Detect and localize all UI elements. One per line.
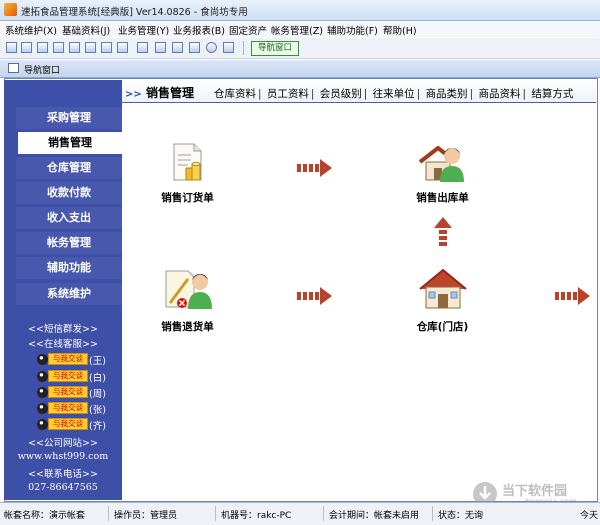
qq-icon [37,387,48,398]
sidebar-item-sales[interactable]: 销售管理 [18,132,122,154]
flow-arrow-up-icon [434,217,452,246]
menu-reports[interactable]: 业务报表(B) [173,23,225,37]
app-icon [4,3,17,16]
menu-bar: 系统维护(X) 基础资料(J) 业务管理(Y) 业务报表(B) 固定资产 帐务管… [0,21,600,37]
sidebar-item-payments[interactable]: 收款付款 [16,182,122,204]
qq-agent-name: (周) [89,389,106,400]
nav-window-button[interactable]: 导航窗口 [251,41,299,56]
sidebar-item-tools[interactable]: 辅助功能 [16,257,122,279]
warehouse-icon [419,268,467,309]
window-title: 速拓食品管理系统[经典版] Ver14.0826 - 食尚坊专用 [21,7,248,18]
toolbar-table-icon[interactable] [155,42,166,53]
toolbar: 导航窗口 [0,37,600,59]
nav-window-header: 导航窗口 [0,60,600,78]
toolbar-separator [243,41,244,55]
status-operator: 操作员：管理员 [114,511,178,521]
title-bar: 速拓食品管理系统[经典版] Ver14.0826 - 食尚坊专用 [0,0,600,21]
company-site-link[interactable]: <<公司网站>> [4,435,122,449]
menu-system[interactable]: 系统维护(X) [5,23,57,37]
toolbar-report-icon[interactable] [53,42,64,53]
toolbar-settings-icon[interactable] [137,42,148,53]
toolbar-save-icon[interactable] [172,42,183,53]
menu-help[interactable]: 帮助(H) [383,23,417,37]
status-account: 帐套名称：演示帐套 [4,511,86,521]
toolbar-help-icon[interactable] [206,42,217,53]
toolbar-list-icon[interactable] [21,42,32,53]
toolbar-exit-icon[interactable] [223,42,234,53]
qq-icon [37,371,48,382]
link-partners[interactable]: 往来单位 [373,88,415,100]
qq-icon [37,419,48,430]
qq-chat-label: 与我交谈 [48,370,88,382]
sales-return-node[interactable]: 销售退货单 [150,267,225,337]
qq-agent-name: (齐) [89,421,106,432]
status-state: 状态：无询 [438,511,484,521]
sidebar-item-purchase[interactable]: 采购管理 [16,107,122,129]
quick-links: 仓库资料 | 员工资料 | 会员级别 | 往来单位 | 商品类别 | 商品资料 | 结算方式 [214,88,574,100]
sidebar-item-income[interactable]: 收入支出 [16,207,122,229]
toolbar-window-icon[interactable] [37,42,48,53]
qq-chat-label: 与我交谈 [48,353,88,365]
toolbar-user-icon[interactable] [101,42,112,53]
link-product-data[interactable]: 商品资料 [478,88,520,100]
sidebar-item-accounts[interactable]: 帐务管理 [16,232,122,254]
flow-arrow-right-icon [297,159,332,177]
status-bar: 帐套名称：演示帐套 操作员：管理员 机器号：rakc-PC 会计期间：帐套未启用… [0,502,600,525]
sales-order-node[interactable]: 销售订货单 [150,140,225,210]
status-period: 会计期间：帐套未启用 [329,511,420,521]
qq-agent-name: (张) [89,405,106,416]
qq-agent-name: (白) [89,373,106,384]
link-member-level[interactable]: 会员级别 [320,88,362,100]
website-url[interactable]: www.whst999.com [4,451,122,462]
sales-outbound-icon [418,145,464,182]
status-machine: 机器号：rakc-PC [221,511,292,521]
qq-chat-label: 与我交谈 [48,386,88,398]
nav-window-title: 导航窗口 [24,66,61,76]
toolbar-new-icon[interactable] [6,42,17,53]
toolbar-edit-icon[interactable] [85,42,96,53]
online-service-link[interactable]: <<在线客服>> [4,336,122,350]
status-today: 今天 [580,511,599,521]
sales-order-icon [173,143,202,181]
toolbar-print-icon[interactable] [189,42,200,53]
link-product-category[interactable]: 商品类别 [426,88,468,100]
breadcrumb-arrow: >> [125,89,142,100]
warehouse-node[interactable]: 仓库(门店) [405,267,480,337]
nav-window-icon [8,63,19,73]
phone-number: 027-86647565 [28,482,98,493]
menu-basic-data[interactable]: 基础资料(J) [62,23,110,37]
sales-outbound-node[interactable]: 销售出库单 [405,140,480,210]
breadcrumb: >> 销售管理 [125,84,194,101]
menu-tools[interactable]: 辅助功能(F) [327,23,378,37]
flow-arrow-right-icon [297,287,332,305]
menu-fixed-assets[interactable]: 固定资产 [229,23,267,37]
menu-accounts[interactable]: 帐务管理(Z) [271,23,323,37]
contact-phone-link[interactable]: <<联系电话>> [4,466,122,480]
flow-arrow-right-icon [555,287,590,305]
sales-outbound-label: 销售出库单 [416,192,469,204]
toolbar-print-preview-icon[interactable] [69,42,80,53]
warehouse-label: 仓库(门店) [416,321,469,333]
sales-return-icon [165,270,212,309]
sales-return-label: 销售退货单 [161,321,214,333]
qq-chat-label: 与我交谈 [48,402,88,414]
menu-business[interactable]: 业务管理(Y) [118,23,169,37]
sales-order-label: 销售订货单 [161,192,214,204]
link-settlement[interactable]: 结算方式 [531,88,573,100]
qq-chat-label: 与我交谈 [48,418,88,430]
qq-icon [37,403,48,414]
qq-icon [37,354,48,365]
link-staff-data[interactable]: 员工资料 [267,88,309,100]
page-title: 销售管理 [145,86,194,100]
qq-agent-name: (王) [89,356,106,367]
toolbar-transfer-icon[interactable] [117,42,128,53]
link-warehouse-data[interactable]: 仓库资料 [214,88,256,100]
sidebar-item-system[interactable]: 系统维护 [16,283,122,305]
sidebar-item-warehouse[interactable]: 仓库管理 [16,157,122,179]
sms-link[interactable]: <<短信群发>> [4,321,122,335]
